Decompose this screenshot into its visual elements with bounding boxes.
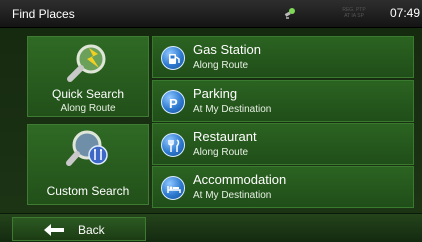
gas-station-sub: Along Route — [193, 60, 249, 71]
parking-item[interactable]: P Parking At My Destination — [152, 80, 414, 122]
parking-icon: P — [161, 90, 185, 114]
restaurant-item[interactable]: Restaurant Along Route — [152, 123, 414, 165]
magnifier-lightning-icon — [65, 43, 113, 83]
svg-text:P: P — [169, 96, 178, 111]
bottom-bar: Back — [0, 213, 422, 242]
back-button[interactable]: Back — [12, 217, 146, 241]
gas-station-title: Gas Station — [193, 42, 261, 57]
clock: 07:49 — [390, 6, 421, 20]
magnifier-fork-knife-icon — [65, 129, 113, 169]
restaurant-title: Restaurant — [193, 129, 257, 144]
accommodation-item[interactable]: Accommodation At My Destination — [152, 166, 414, 208]
parking-sub: At My Destination — [193, 104, 272, 115]
gps-satellite-icon — [283, 7, 297, 21]
bed-icon — [161, 176, 185, 200]
quick-search-sublabel: Along Route — [60, 103, 116, 114]
quick-search-label: Quick Search — [51, 87, 125, 101]
status-faint-text: REG. PTP AT IA SP — [342, 7, 366, 19]
custom-search-label: Custom Search — [46, 184, 130, 198]
accommodation-title: Accommodation — [193, 172, 287, 187]
back-label: Back — [78, 223, 105, 237]
quick-search-button[interactable]: Quick Search Along Route — [27, 36, 149, 117]
restaurant-icon — [161, 133, 185, 157]
restaurant-sub: Along Route — [193, 147, 249, 158]
page-title: Find Places — [12, 7, 75, 21]
status-bar: Find Places REG. PTP AT IA SP 07:49 — [0, 0, 422, 28]
back-arrow-icon — [43, 223, 65, 237]
gas-station-icon — [161, 46, 185, 70]
gas-station-item[interactable]: Gas Station Along Route — [152, 36, 414, 78]
parking-title: Parking — [193, 86, 238, 101]
custom-search-button[interactable]: Custom Search — [27, 124, 149, 205]
accommodation-sub: At My Destination — [193, 190, 272, 201]
